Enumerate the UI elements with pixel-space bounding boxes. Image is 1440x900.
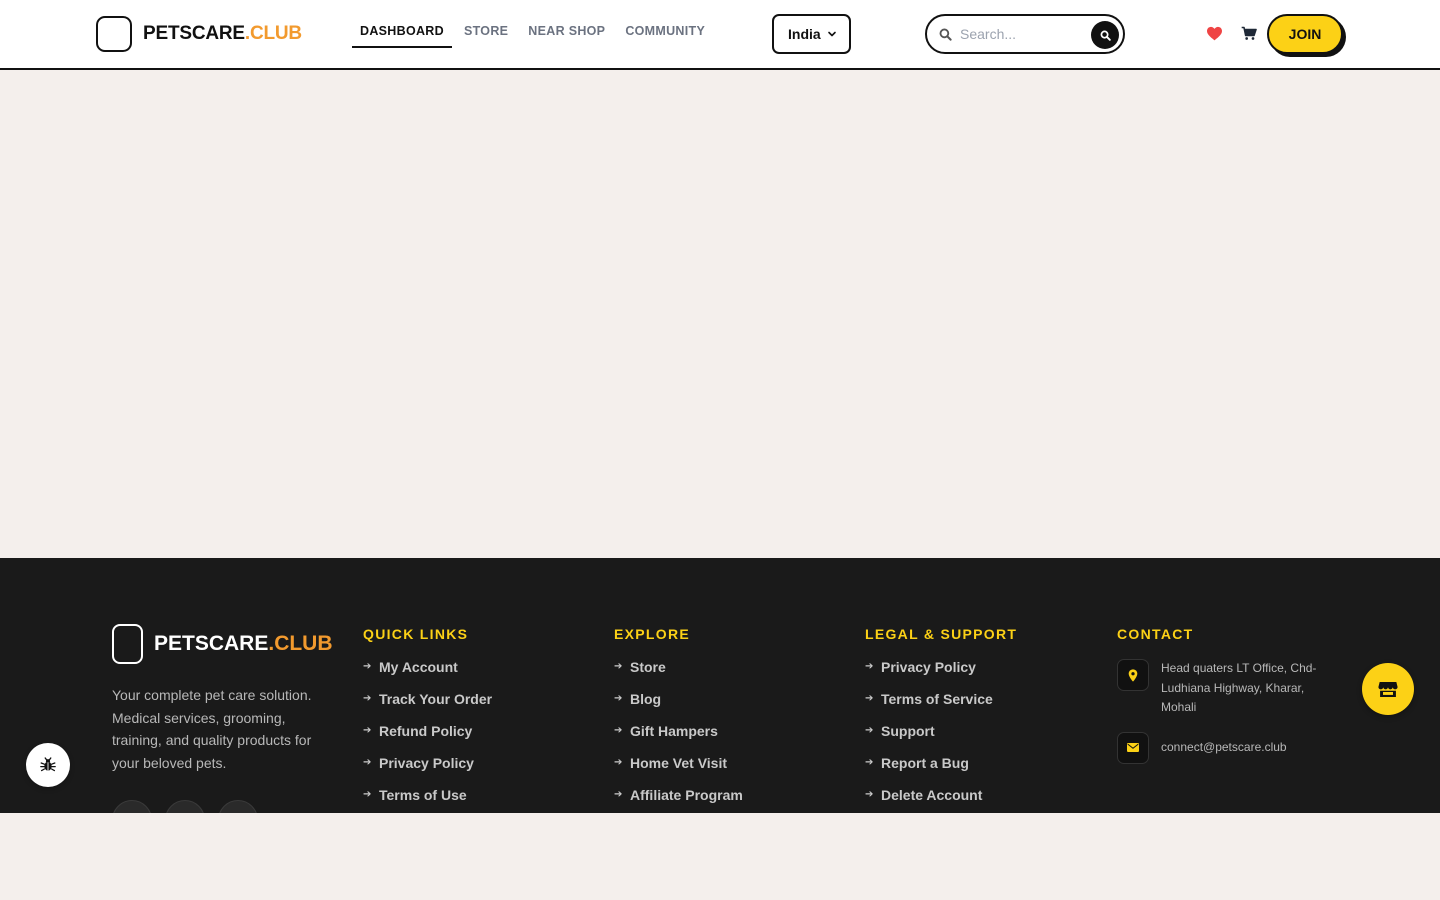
- footer-link[interactable]: ➔ Terms of Use: [363, 787, 492, 813]
- store-fab-button[interactable]: [1362, 663, 1414, 715]
- social-links: [112, 800, 271, 813]
- footer-description: Your complete pet care solution. Medical…: [112, 687, 312, 771]
- column-title: QUICK LINKS: [363, 626, 469, 642]
- explore-column: EXPLORE ➔ Store ➔ Blog ➔ Gift Hampers ➔ Home…: [614, 626, 743, 813]
- contact-column: CONTACT Head quaters LT Office, Chd-Ludh…: [1117, 626, 1331, 778]
- nav-community[interactable]: COMMUNITY: [617, 24, 713, 48]
- social-link[interactable]: [165, 800, 205, 813]
- footer-link[interactable]: ➔ Terms of Service: [865, 691, 1017, 723]
- join-button[interactable]: JOIN: [1267, 14, 1343, 54]
- search-icon: [939, 28, 952, 41]
- arrow-right-icon: ➔: [363, 757, 372, 768]
- social-link[interactable]: [218, 800, 258, 813]
- country-select[interactable]: India: [772, 14, 851, 54]
- nav-store[interactable]: STORE: [456, 24, 516, 48]
- country-value: India: [788, 26, 821, 42]
- footer-link[interactable]: ➔ Home Vet Visit: [614, 755, 743, 787]
- footer-link[interactable]: ➔ Gift Hampers: [614, 723, 743, 755]
- contact-email: connect@petscare.club: [1117, 731, 1331, 764]
- brand-name: PETSCARE.CLUB: [143, 23, 302, 44]
- logo-mark: [96, 16, 132, 52]
- top-navbar: PETSCARE.CLUB DASHBOARD STORE NEAR SHOP …: [0, 0, 1440, 70]
- social-link[interactable]: [112, 800, 152, 813]
- footer-link[interactable]: ➔ Report a Bug: [865, 755, 1017, 787]
- search-icon: [1100, 30, 1111, 41]
- arrow-right-icon: ➔: [614, 661, 623, 672]
- arrow-right-icon: ➔: [614, 693, 623, 704]
- heart-icon: [1207, 26, 1222, 41]
- legal-support-column: LEGAL & SUPPORT ➔ Privacy Policy ➔ Terms o…: [865, 626, 1017, 813]
- report-bug-button[interactable]: [26, 743, 70, 787]
- nav-dashboard[interactable]: DASHBOARD: [352, 24, 452, 48]
- arrow-right-icon: ➔: [865, 693, 874, 704]
- footer-link[interactable]: ➔ Track Your Order: [363, 691, 492, 723]
- search-input[interactable]: [960, 26, 1080, 42]
- footer-logo-mark: [112, 624, 143, 664]
- column-title: CONTACT: [1117, 626, 1194, 642]
- address-text: Head quaters LT Office, Chd-Ludhiana Hig…: [1161, 661, 1317, 714]
- bug-icon: [40, 757, 56, 772]
- column-title: LEGAL & SUPPORT: [865, 626, 1018, 642]
- footer-link[interactable]: ➔ Affiliate Program: [614, 787, 743, 813]
- arrow-right-icon: ➔: [614, 789, 623, 800]
- contact-address: Head quaters LT Office, Chd-Ludhiana Hig…: [1117, 659, 1331, 718]
- quick-links-column: QUICK LINKS ➔ My Account ➔ Track Your Orde…: [363, 626, 492, 813]
- arrow-right-icon: ➔: [865, 789, 874, 800]
- arrow-right-icon: ➔: [363, 789, 372, 800]
- wishlist-button[interactable]: [1206, 26, 1223, 46]
- footer-link[interactable]: ➔ My Account: [363, 659, 492, 691]
- cart-button[interactable]: [1241, 26, 1257, 46]
- footer-brand-name: PETSCARE.CLUB: [154, 632, 333, 655]
- footer-link[interactable]: ➔ Privacy Policy: [363, 755, 492, 787]
- mail-icon: [1117, 731, 1149, 764]
- footer-link[interactable]: ➔ Delete Account: [865, 787, 1017, 813]
- footer-link[interactable]: ➔ Support: [865, 723, 1017, 755]
- arrow-right-icon: ➔: [865, 725, 874, 736]
- nav-near-shop[interactable]: NEAR SHOP: [520, 24, 613, 48]
- store-icon: [1378, 681, 1398, 697]
- search-button[interactable]: [1091, 21, 1119, 49]
- arrow-right-icon: ➔: [363, 725, 372, 736]
- arrow-right-icon: ➔: [363, 693, 372, 704]
- brand-logo[interactable]: PETSCARE.CLUB: [96, 16, 302, 52]
- main-nav: DASHBOARD STORE NEAR SHOP COMMUNITY: [352, 24, 717, 48]
- email-link[interactable]: connect@petscare.club: [1161, 738, 1331, 758]
- footer-link[interactable]: ➔ Privacy Policy: [865, 659, 1017, 691]
- arrow-right-icon: ➔: [865, 757, 874, 768]
- footer-brand-logo[interactable]: PETSCARE.CLUB: [112, 624, 333, 664]
- arrow-right-icon: ➔: [614, 757, 623, 768]
- footer-link[interactable]: ➔ Blog: [614, 691, 743, 723]
- arrow-right-icon: ➔: [865, 661, 874, 672]
- cart-icon: [1241, 26, 1257, 40]
- column-title: EXPLORE: [614, 626, 691, 642]
- chevron-down-icon: [827, 31, 836, 37]
- arrow-right-icon: ➔: [363, 661, 372, 672]
- arrow-right-icon: ➔: [614, 725, 623, 736]
- map-pin-icon: [1117, 659, 1149, 691]
- site-footer: PETSCARE.CLUB Your complete pet care sol…: [0, 558, 1440, 813]
- search-bar: [925, 14, 1125, 54]
- footer-link[interactable]: ➔ Store: [614, 659, 743, 691]
- footer-link[interactable]: ➔ Refund Policy: [363, 723, 492, 755]
